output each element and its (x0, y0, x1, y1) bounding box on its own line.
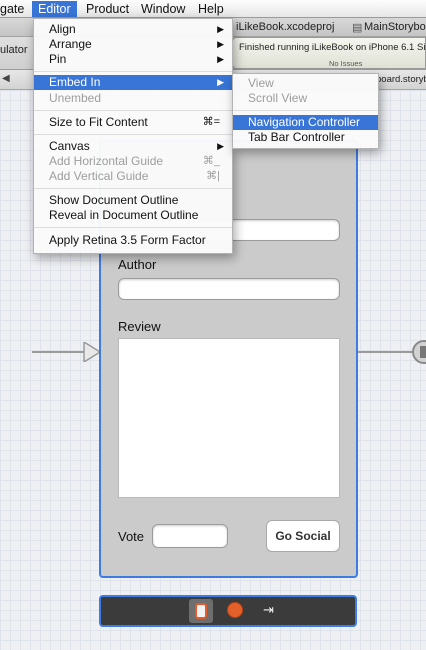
issues-count: No Issues (329, 59, 363, 68)
menu-item-pin[interactable]: Pin ▶ (34, 52, 232, 67)
menu-separator (233, 110, 378, 111)
author-label: Author (118, 257, 157, 272)
review-text-view[interactable] (118, 338, 340, 498)
submenu-arrow-icon: ▶ (217, 141, 224, 151)
segue-arrow-icon[interactable] (358, 335, 426, 369)
menu-item-reveal-in-document-outline[interactable]: Reveal in Document Outline (34, 208, 232, 223)
status-text: Finished running iLikeBook on iPhone 6.1… (239, 42, 426, 53)
menu-product[interactable]: Product (86, 1, 129, 17)
menu-item-embed-in[interactable]: Embed In ▶ (34, 75, 232, 90)
menu-separator (34, 188, 232, 189)
menu-item-add-horizontal-guide: Add Horizontal Guide ⌘_ (49, 154, 220, 168)
editor-menu: Align ▶ Arrange ▶ Pin ▶ Embed In ▶ Unemb… (33, 18, 233, 254)
tab-storyboard[interactable]: MainStoryboard (364, 21, 426, 33)
shortcut-size-to-fit: ⌘= (202, 116, 220, 128)
submenu-arrow-icon: ▶ (217, 54, 224, 64)
review-label: Review (118, 319, 161, 334)
go-social-button[interactable]: Go Social (266, 520, 340, 552)
view-controller-icon[interactable] (189, 599, 213, 623)
menu-item-add-vertical-guide: Add Vertical Guide ⌘| (49, 169, 220, 183)
initial-scene-arrow-icon (32, 342, 100, 362)
submenu-item-view: View (248, 76, 274, 90)
menu-separator (34, 134, 232, 135)
menu-editor[interactable]: Editor (32, 1, 77, 17)
menu-separator (34, 110, 232, 111)
menu-separator (34, 71, 232, 72)
menu-bar: gate Editor Product Window Help (0, 0, 426, 18)
exit-icon[interactable]: ⇥ (263, 601, 279, 619)
jump-bar-file[interactable]: board.storyboard (376, 72, 426, 88)
shortcut-add-horizontal-guide: ⌘_ (202, 155, 220, 167)
back-arrow-icon[interactable]: ◀ (2, 73, 14, 87)
vote-label: Vote (118, 529, 145, 544)
shortcut-add-vertical-guide: ⌘| (206, 170, 220, 182)
menu-item-canvas[interactable]: Canvas ▶ (34, 139, 232, 154)
submenu-item-tab-bar-controller[interactable]: Tab Bar Controller (233, 130, 378, 145)
submenu-item-scroll-view: Scroll View (248, 91, 308, 105)
submenu-arrow-icon: ▶ (217, 24, 224, 34)
scheme-selector[interactable]: ulator (0, 44, 28, 56)
submenu-arrow-icon: ▶ (217, 39, 224, 49)
menu-item-unembed: Unembed (49, 91, 102, 105)
submenu-item-navigation-controller[interactable]: Navigation Controller (233, 115, 378, 130)
menu-item-size-to-fit[interactable]: Size to Fit Content ⌘= (34, 115, 232, 130)
scene-dock: ⇥ (99, 595, 357, 627)
tab-project[interactable]: iLikeBook.xcodeproj (236, 21, 334, 33)
menu-window[interactable]: Window (141, 1, 185, 17)
menu-separator (34, 227, 232, 228)
submenu-arrow-icon: ▶ (217, 77, 224, 87)
menu-item-arrange[interactable]: Arrange ▶ (34, 37, 232, 52)
author-text-field[interactable] (118, 278, 340, 300)
menu-navigate[interactable]: gate (0, 1, 24, 17)
first-responder-icon[interactable] (227, 602, 243, 618)
menu-item-show-document-outline[interactable]: Show Document Outline (34, 193, 232, 208)
menu-item-apply-retina[interactable]: Apply Retina 3.5 Form Factor (34, 233, 232, 248)
storyboard-file-icon: ▤ (352, 22, 363, 34)
menu-help[interactable]: Help (198, 1, 224, 17)
vote-text-field[interactable] (152, 524, 228, 548)
embed-in-submenu: View Scroll View Navigation Controller T… (232, 73, 379, 149)
menu-item-align[interactable]: Align ▶ (34, 22, 232, 37)
activity-status: Finished running iLikeBook on iPhone 6.1… (232, 37, 426, 69)
